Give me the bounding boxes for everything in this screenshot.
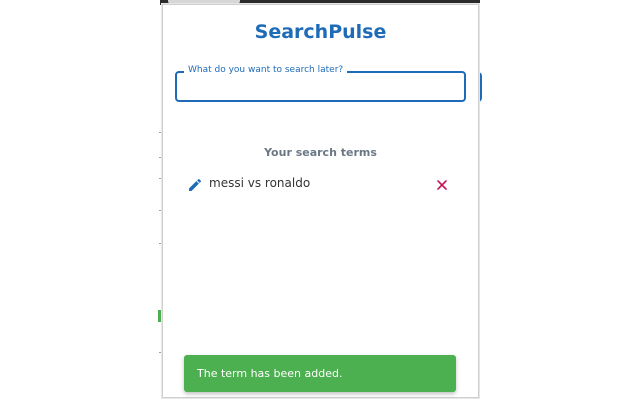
toast-message: The term has been added. bbox=[197, 367, 343, 380]
app-title: SearchPulse bbox=[254, 21, 387, 43]
terms-heading: Your search terms bbox=[264, 146, 377, 159]
extension-popup: SearchPulse What do you want to search l… bbox=[162, 4, 479, 398]
search-input[interactable] bbox=[183, 77, 458, 97]
term-text: messi vs ronaldo bbox=[209, 176, 311, 190]
toast-notification: The term has been added. bbox=[184, 355, 456, 392]
search-field[interactable]: What do you want to search later? bbox=[175, 65, 466, 102]
close-icon[interactable] bbox=[435, 177, 449, 191]
term-list-item: messi vs ronaldo bbox=[187, 175, 459, 195]
background-green-fragment bbox=[158, 310, 161, 322]
search-field-label: What do you want to search later? bbox=[184, 65, 348, 75]
pencil-icon[interactable] bbox=[187, 177, 203, 193]
